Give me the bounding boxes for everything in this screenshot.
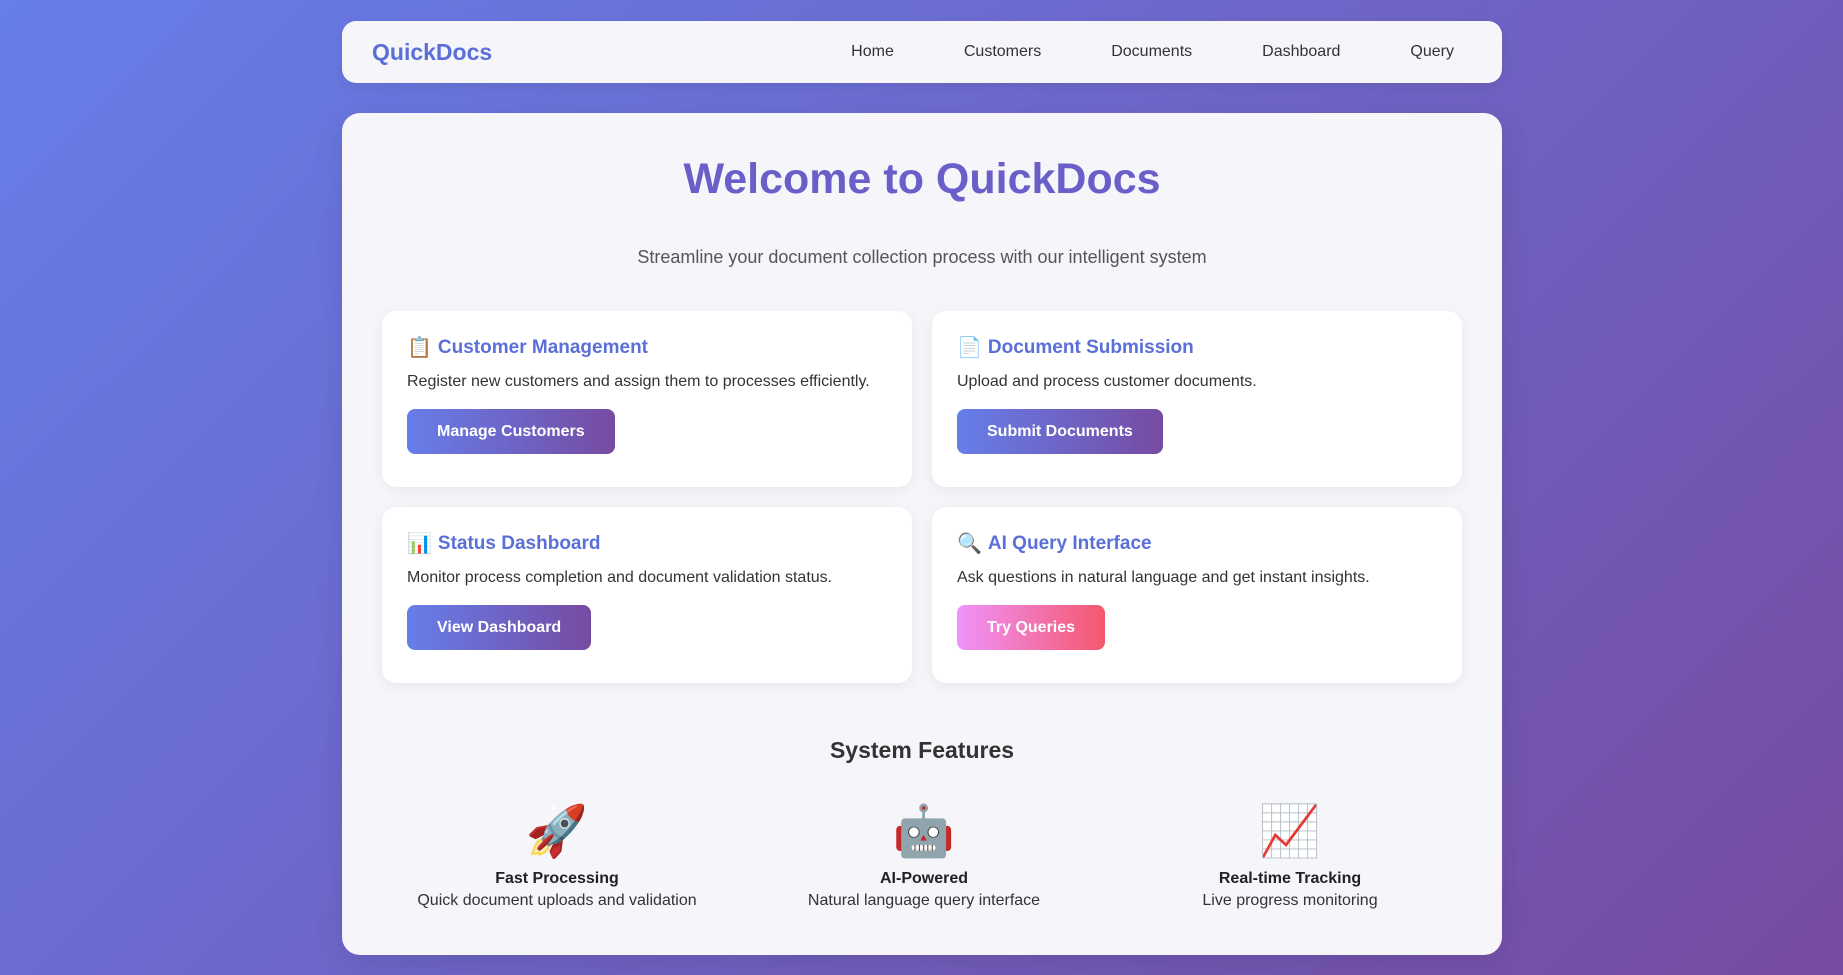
manage-customers-button[interactable]: Manage Customers	[407, 409, 615, 454]
ai-query-card: 🔍 AI Query Interface Ask questions in na…	[932, 507, 1462, 683]
clipboard-icon: 📋	[407, 337, 432, 359]
card-title: 📊 Status Dashboard	[407, 533, 887, 555]
document-submission-card: 📄 Document Submission Upload and process…	[932, 311, 1462, 487]
card-title-text: AI Query Interface	[987, 533, 1152, 554]
rocket-icon: 🚀	[525, 803, 589, 859]
feature-name: Fast Processing	[495, 870, 619, 887]
card-title: 🔍 AI Query Interface	[957, 533, 1437, 555]
nav-links: Home Customers Documents Dashboard Query	[851, 43, 1454, 61]
card-title-text: Customer Management	[437, 337, 649, 358]
bar-chart-icon: 📊	[407, 533, 432, 555]
feature-ai-powered: 🤖 AI-Powered Natural language query inte…	[764, 800, 1084, 910]
nav-link-documents[interactable]: Documents	[1111, 43, 1192, 61]
try-queries-button[interactable]: Try Queries	[957, 605, 1106, 650]
nav-link-home[interactable]: Home	[851, 43, 894, 61]
customer-management-card: 📋 Customer Management Register new custo…	[382, 311, 912, 487]
top-navbar: QuickDocs Home Customers Documents Dashb…	[342, 21, 1502, 83]
submit-documents-button[interactable]: Submit Documents	[957, 409, 1163, 454]
feature-description: Quick document uploads and validation	[417, 892, 697, 909]
magnifier-icon: 🔍	[957, 533, 982, 555]
card-description: Upload and process customer documents.	[957, 373, 1257, 390]
view-dashboard-button[interactable]: View Dashboard	[407, 605, 592, 650]
feature-realtime-tracking: 📈 Real-time Tracking Live progress monit…	[1130, 800, 1450, 910]
feature-description: Live progress monitoring	[1202, 892, 1378, 909]
feature-fast-processing: 🚀 Fast Processing Quick document uploads…	[397, 800, 717, 910]
card-description: Register new customers and assign them t…	[407, 373, 870, 390]
card-description: Ask questions in natural language and ge…	[957, 569, 1370, 586]
feature-description: Natural language query interface	[807, 892, 1041, 909]
main-content-card: Welcome to QuickDocs Streamline your doc…	[342, 113, 1502, 955]
robot-icon: 🤖	[892, 803, 956, 859]
feature-name: Real-time Tracking	[1218, 870, 1362, 887]
nav-link-customers[interactable]: Customers	[964, 43, 1041, 61]
card-description: Monitor process completion and document …	[407, 569, 833, 586]
features-heading: System Features	[829, 737, 1015, 763]
page-subtitle: Streamline your document collection proc…	[637, 247, 1207, 267]
nav-link-dashboard[interactable]: Dashboard	[1262, 43, 1340, 61]
card-title-text: Document Submission	[987, 337, 1194, 358]
document-icon: 📄	[957, 337, 982, 359]
trending-chart-icon: 📈	[1258, 803, 1322, 859]
card-title: 📄 Document Submission	[957, 337, 1437, 359]
nav-link-query[interactable]: Query	[1410, 43, 1454, 61]
page-title: Welcome to QuickDocs	[683, 155, 1161, 203]
card-title-text: Status Dashboard	[437, 533, 601, 554]
card-title: 📋 Customer Management	[407, 337, 887, 359]
brand-logo[interactable]: QuickDocs	[372, 39, 492, 66]
status-dashboard-card: 📊 Status Dashboard Monitor process compl…	[382, 507, 912, 683]
feature-name: AI-Powered	[879, 870, 968, 887]
